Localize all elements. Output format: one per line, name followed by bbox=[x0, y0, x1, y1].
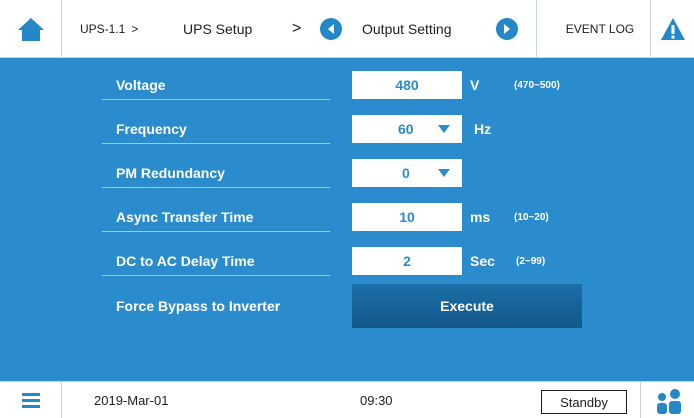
setting-row-frequency: Frequency 60 Hz bbox=[102, 112, 491, 146]
breadcrumb-device[interactable]: UPS-1.1 > bbox=[80, 0, 138, 58]
prev-page-button[interactable] bbox=[320, 0, 342, 58]
warning-icon bbox=[661, 18, 685, 40]
event-log-button[interactable]: EVENT LOG bbox=[550, 0, 650, 58]
breadcrumb-section[interactable]: UPS Setup bbox=[183, 0, 252, 58]
bottom-bar: 2019-Mar-01 09:30 Standby bbox=[0, 381, 694, 418]
setting-row-voltage: Voltage 480 V (470~500) bbox=[102, 68, 560, 102]
menu-icon bbox=[21, 390, 40, 411]
dropdown-arrow-icon bbox=[438, 125, 450, 133]
users-icon bbox=[656, 388, 681, 414]
setting-label: PM Redundancy bbox=[102, 158, 330, 188]
setting-row-pm-redundancy: PM Redundancy 0 bbox=[102, 156, 462, 190]
alert-button[interactable] bbox=[652, 0, 694, 58]
select-value: 60 bbox=[398, 121, 414, 137]
page-title: Output Setting bbox=[362, 21, 452, 37]
select-value: 0 bbox=[402, 165, 410, 181]
range-label: (10~20) bbox=[514, 211, 549, 223]
dropdown-arrow-icon bbox=[438, 169, 450, 177]
setting-row-dc-ac-delay: DC to AC Delay Time 2 Sec (2~99) bbox=[102, 244, 545, 278]
breadcrumb-device-id: UPS-1.1 bbox=[80, 22, 126, 36]
divider bbox=[650, 0, 651, 58]
divider bbox=[536, 0, 537, 58]
setting-row-async-transfer: Async Transfer Time 10 ms (10~20) bbox=[102, 200, 549, 234]
home-icon bbox=[17, 18, 44, 41]
async-transfer-input[interactable]: 10 bbox=[352, 203, 462, 231]
unit-label: V bbox=[470, 77, 480, 93]
home-button[interactable] bbox=[0, 0, 62, 58]
range-label: (470~500) bbox=[514, 79, 560, 91]
arrow-left-circle-icon bbox=[320, 18, 342, 40]
dc-ac-delay-input[interactable]: 2 bbox=[352, 247, 462, 275]
breadcrumb-separator: > bbox=[131, 22, 139, 36]
date-display: 2019-Mar-01 bbox=[94, 393, 169, 408]
setting-label: DC to AC Delay Time bbox=[102, 246, 330, 276]
unit-label: ms bbox=[470, 209, 491, 225]
range-label: (2~99) bbox=[516, 255, 546, 267]
frequency-select[interactable]: 60 bbox=[352, 115, 462, 143]
setting-label: Force Bypass to Inverter bbox=[116, 298, 281, 314]
next-page-button[interactable] bbox=[496, 0, 518, 58]
top-bar: UPS-1.1 > UPS Setup > Output Setting EVE… bbox=[0, 0, 694, 58]
menu-button[interactable] bbox=[0, 382, 62, 418]
pm-redundancy-select[interactable]: 0 bbox=[352, 159, 462, 187]
unit-label: Hz bbox=[474, 121, 492, 137]
execute-button[interactable]: Execute bbox=[352, 284, 582, 328]
unit-label: Sec bbox=[470, 253, 495, 269]
setting-label: Voltage bbox=[102, 70, 330, 100]
status-badge: Standby bbox=[541, 390, 627, 414]
voltage-input[interactable]: 480 bbox=[352, 71, 462, 99]
breadcrumb-separator: > bbox=[292, 20, 302, 37]
setting-label: Frequency bbox=[102, 114, 330, 144]
setting-label: Async Transfer Time bbox=[102, 202, 330, 232]
setting-row-force-bypass: Force Bypass to Inverter Execute bbox=[102, 284, 582, 328]
settings-panel: Voltage 480 V (470~500) Frequency 60 Hz … bbox=[0, 58, 694, 381]
user-button[interactable] bbox=[640, 382, 694, 418]
time-display: 09:30 bbox=[360, 393, 393, 408]
arrow-right-circle-icon bbox=[496, 18, 518, 40]
